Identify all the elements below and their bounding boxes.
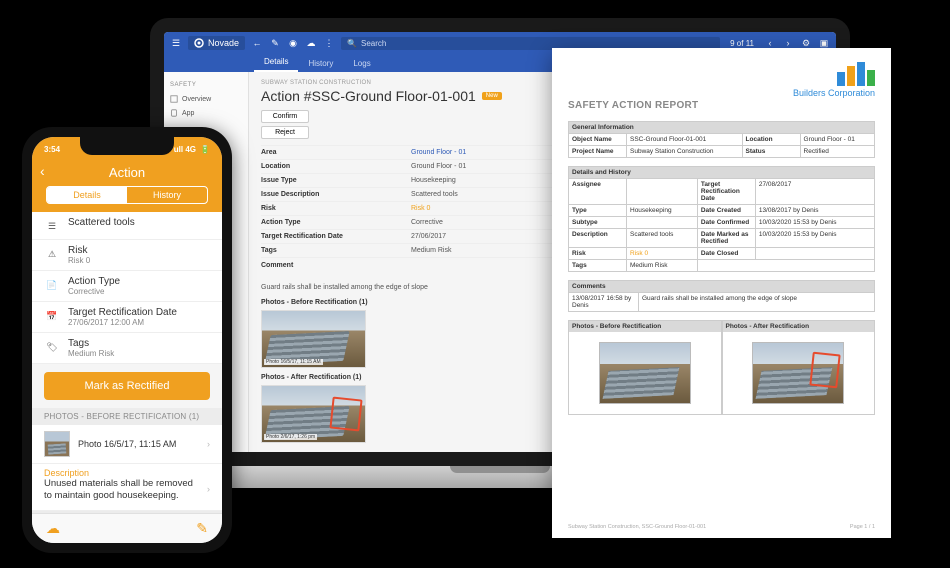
- phone-toolbar: ☁ ✎: [32, 513, 222, 543]
- sidenav-section: SAFETY: [170, 82, 242, 88]
- tab-details[interactable]: Details: [254, 53, 298, 72]
- description-header: Description: [44, 468, 210, 478]
- row-scattered: ☰ Scattered tools: [32, 212, 222, 240]
- phone-title: Action: [32, 165, 222, 180]
- edit-icon[interactable]: ✎: [196, 520, 208, 537]
- carrier-label: ull 4G: [174, 145, 196, 154]
- warning-icon: ⚠: [44, 246, 60, 262]
- sidenav-app[interactable]: App: [168, 106, 244, 120]
- brand[interactable]: Novade: [188, 36, 245, 50]
- photos-before-section: PHOTOS - BEFORE RECTIFICATION (1): [32, 408, 222, 425]
- row-tags[interactable]: 🏷 TagsMedium Risk: [32, 333, 222, 364]
- photo-after-thumb[interactable]: Photo 2/6/17, 1:26 pm: [261, 385, 366, 443]
- row-risk[interactable]: ⚠ RiskRisk 0: [32, 240, 222, 271]
- more-icon[interactable]: ⋮: [323, 37, 335, 49]
- general-info-table: General Information Object NameSSC-Groun…: [568, 121, 875, 158]
- document-icon: 📄: [44, 277, 60, 293]
- row-action-type[interactable]: 📄 Action TypeCorrective: [32, 271, 222, 302]
- report-photos: Photos - Before Rectification Photos - A…: [568, 320, 875, 415]
- report-photo-after: [752, 342, 844, 404]
- cloud-upload-icon[interactable]: ☁: [46, 520, 60, 537]
- report-photo-before: [599, 342, 691, 404]
- menu-icon[interactable]: ☰: [170, 37, 182, 49]
- row-target-date[interactable]: 📅 Target Rectification Date27/06/2017 12…: [32, 302, 222, 333]
- sidenav-overview[interactable]: Overview: [168, 92, 244, 106]
- status-badge: New: [482, 92, 502, 100]
- report-footer-left: Subway Station Construction, SSC-Ground …: [568, 524, 706, 530]
- photo-before-thumb[interactable]: Photo 16/5/17, 11:15 AM: [261, 310, 366, 368]
- tab-logs[interactable]: Logs: [343, 55, 380, 72]
- battery-icon: 🔋: [200, 145, 210, 154]
- report-footer-right: Page 1 / 1: [850, 524, 875, 530]
- page-title: Action #SSC-Ground Floor-01-001: [261, 88, 476, 104]
- phone-screen: 3:54 📶 ull 4G 🔋 ‹ Action Details History…: [32, 137, 222, 543]
- description-block[interactable]: Description Unused materials shall be re…: [32, 464, 222, 511]
- area-link[interactable]: Ground Floor - 01: [411, 149, 466, 156]
- tag-icon: 🏷: [44, 339, 60, 355]
- calendar-icon: 📅: [44, 308, 60, 324]
- reject-button[interactable]: Reject: [261, 126, 309, 139]
- brand-label: Novade: [208, 38, 239, 48]
- back-icon[interactable]: ‹: [40, 163, 45, 179]
- phone-list: ☰ Scattered tools ⚠ RiskRisk 0 📄 Action …: [32, 212, 222, 364]
- comment-body: Guard rails shall be installed among the…: [261, 284, 581, 291]
- list-icon: ☰: [44, 218, 60, 234]
- search-icon: 🔍: [347, 39, 357, 48]
- photo-before-row[interactable]: Photo 16/5/17, 11:15 AM ›: [32, 425, 222, 464]
- pdf-report: Builders Corporation SAFETY ACTION REPOR…: [552, 48, 891, 538]
- phone-mockup: 3:54 📶 ull 4G 🔋 ‹ Action Details History…: [22, 127, 232, 553]
- report-title: SAFETY ACTION REPORT: [568, 100, 875, 111]
- search-placeholder: Search: [361, 39, 386, 48]
- company-logo: Builders Corporation: [793, 60, 875, 98]
- chevron-right-icon: ›: [207, 439, 210, 449]
- phone-tab-details[interactable]: Details: [47, 187, 127, 203]
- phone-time: 3:54: [44, 145, 60, 154]
- chevron-right-icon: ›: [207, 484, 210, 496]
- camera-icon[interactable]: ◉: [287, 37, 299, 49]
- tab-history[interactable]: History: [298, 55, 343, 72]
- phone-tabs: Details History: [46, 186, 208, 204]
- photo-before-thumb-mini: [44, 431, 70, 457]
- phone-header: ‹ Action Details History: [32, 161, 222, 212]
- company-name: Builders Corporation: [793, 88, 875, 98]
- edit-icon[interactable]: ✎: [269, 37, 281, 49]
- phone-tab-history[interactable]: History: [127, 187, 207, 203]
- confirm-button[interactable]: Confirm: [261, 110, 309, 123]
- description-body: Unused materials shall be removed to mai…: [44, 478, 201, 502]
- comments-table: Comments 13/08/2017 16:58 by DenisGuard …: [568, 280, 875, 312]
- details-table: Details and History Assignee Target Rect…: [568, 166, 875, 272]
- back-icon[interactable]: ←: [251, 37, 263, 49]
- upload-icon[interactable]: ☁: [305, 37, 317, 49]
- mark-rectified-button[interactable]: Mark as Rectified: [44, 372, 210, 400]
- phone-notch: [80, 137, 174, 155]
